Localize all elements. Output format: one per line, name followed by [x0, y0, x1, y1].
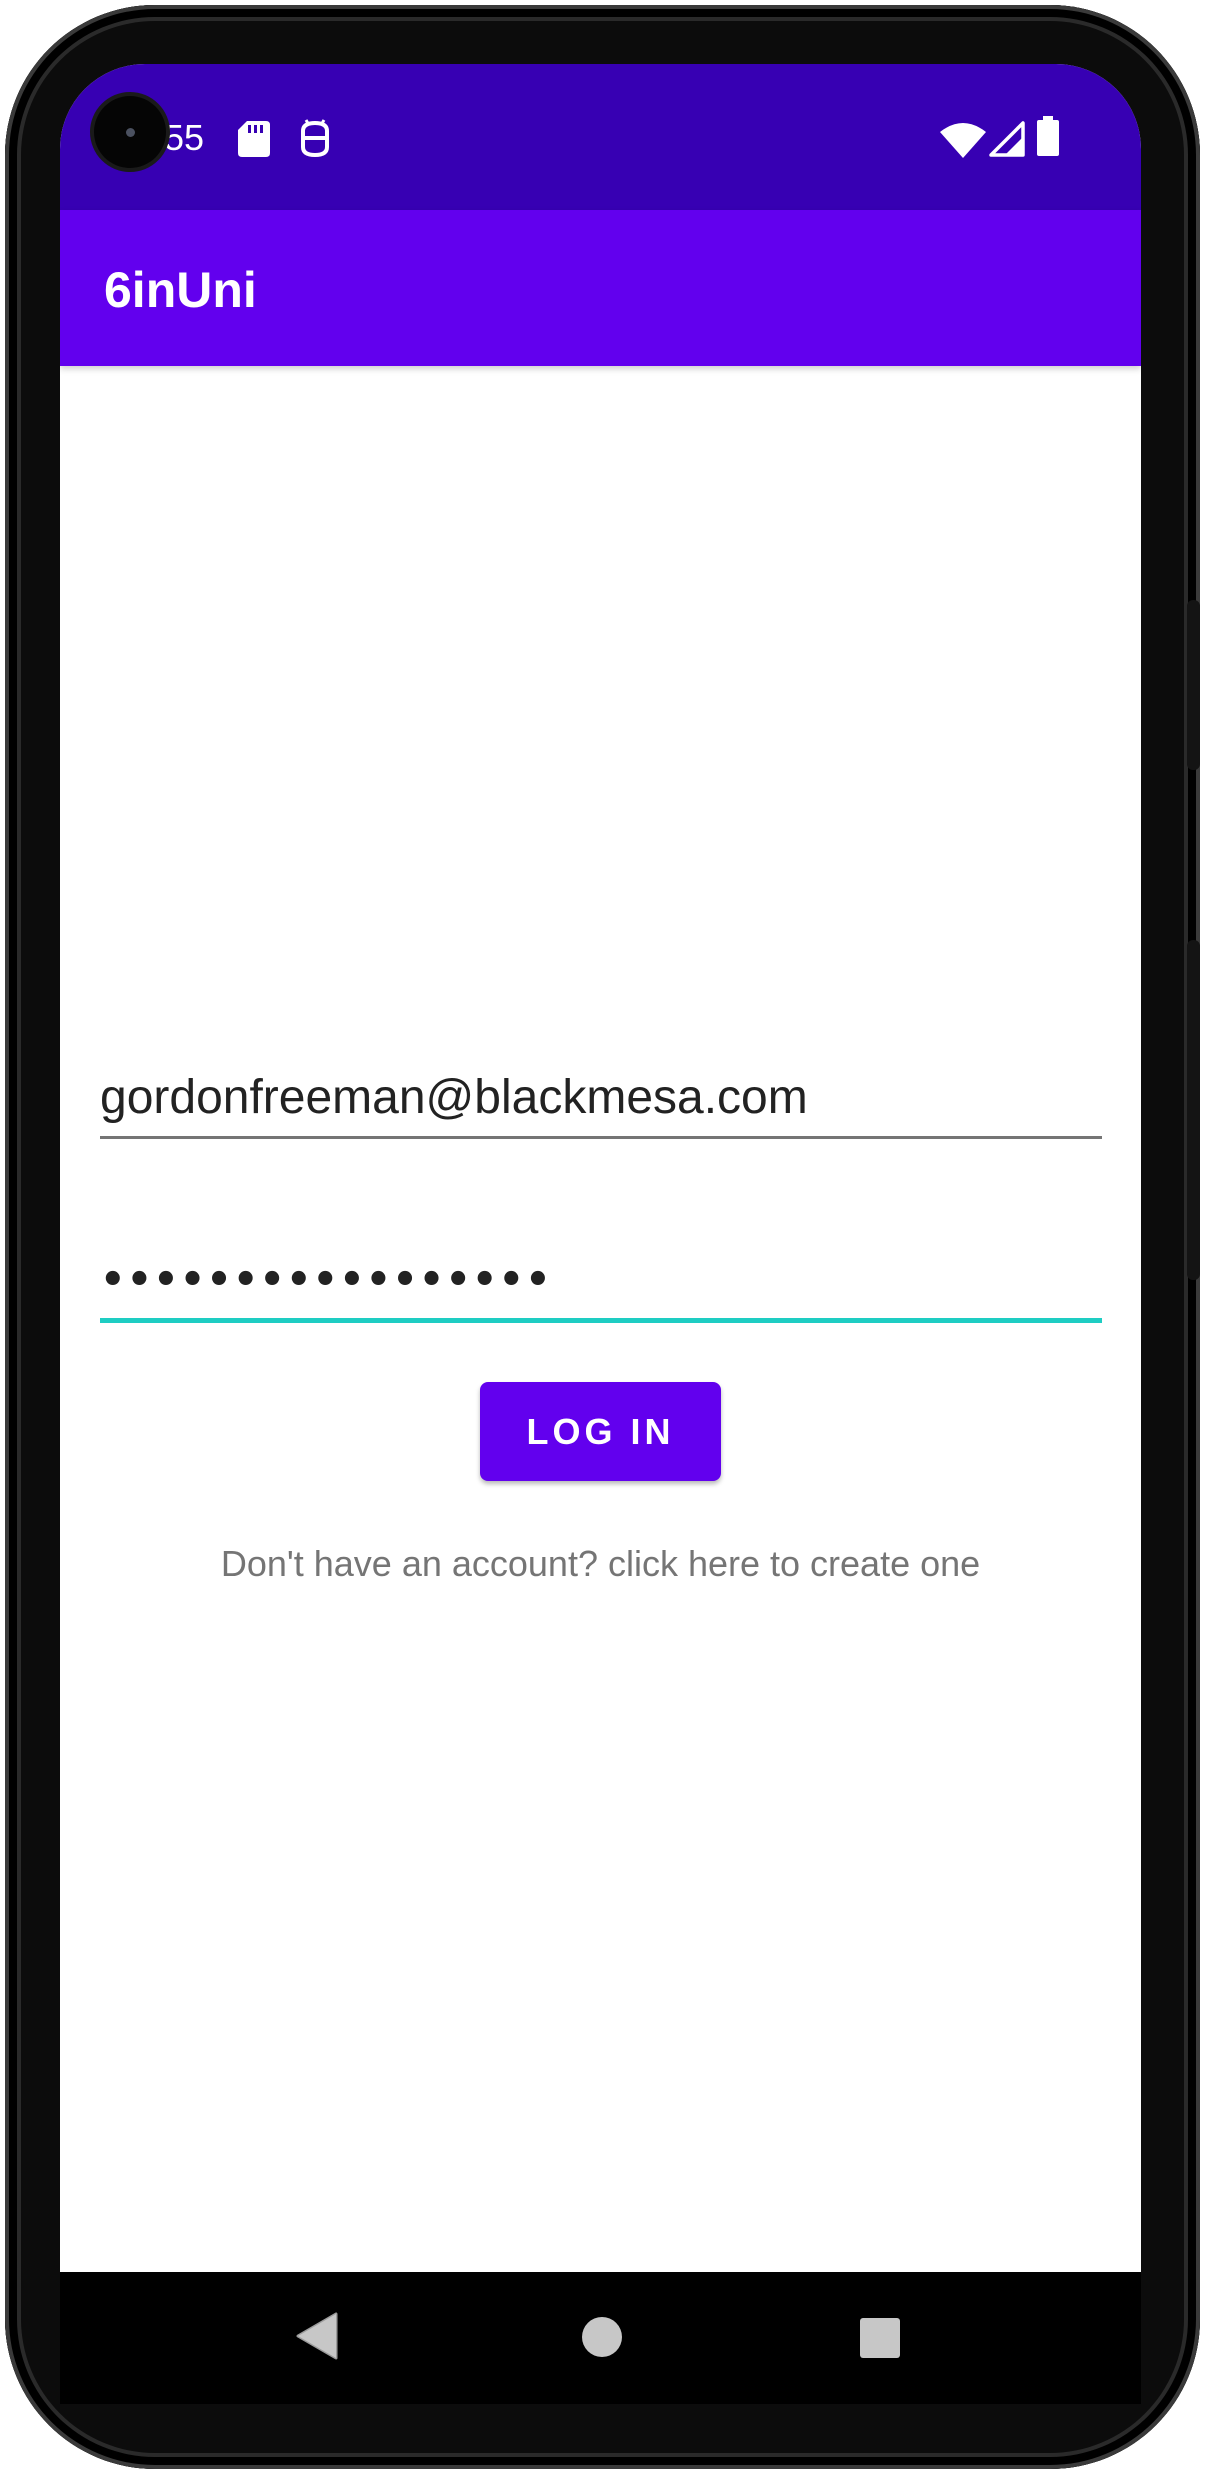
recents-icon[interactable] [860, 2318, 900, 2358]
app-title: 6inUni [104, 262, 257, 318]
power-button[interactable] [1187, 600, 1200, 770]
signal-icon [989, 121, 1025, 157]
front-camera [94, 96, 166, 168]
status-bar: 55 [60, 64, 1141, 210]
status-time: 55 [164, 117, 205, 158]
battery-icon [1037, 116, 1059, 156]
email-field[interactable]: gordonfreeman@blackmesa.com [100, 1064, 1102, 1139]
home-icon[interactable] [581, 2316, 623, 2358]
password-field[interactable]: ••••••••••••••••• [100, 1238, 1102, 1323]
wifi-icon [940, 123, 986, 158]
navigation-bar [60, 2272, 1141, 2404]
login-button[interactable]: LOG IN [480, 1382, 721, 1481]
debug-icon [301, 119, 329, 158]
sd-card-icon [238, 121, 270, 157]
app-screen: 55 6inUni gordonfreeman@blackmesa.com ••… [60, 64, 1141, 2272]
email-value: gordonfreeman@blackmesa.com [100, 1071, 808, 1124]
back-icon[interactable] [296, 2312, 338, 2360]
volume-button[interactable] [1187, 940, 1200, 1280]
app-bar: 6inUni [60, 210, 1141, 366]
password-value: ••••••••••••••••• [100, 1257, 552, 1303]
create-account-link[interactable]: Don't have an account? click here to cre… [60, 1542, 1141, 1586]
